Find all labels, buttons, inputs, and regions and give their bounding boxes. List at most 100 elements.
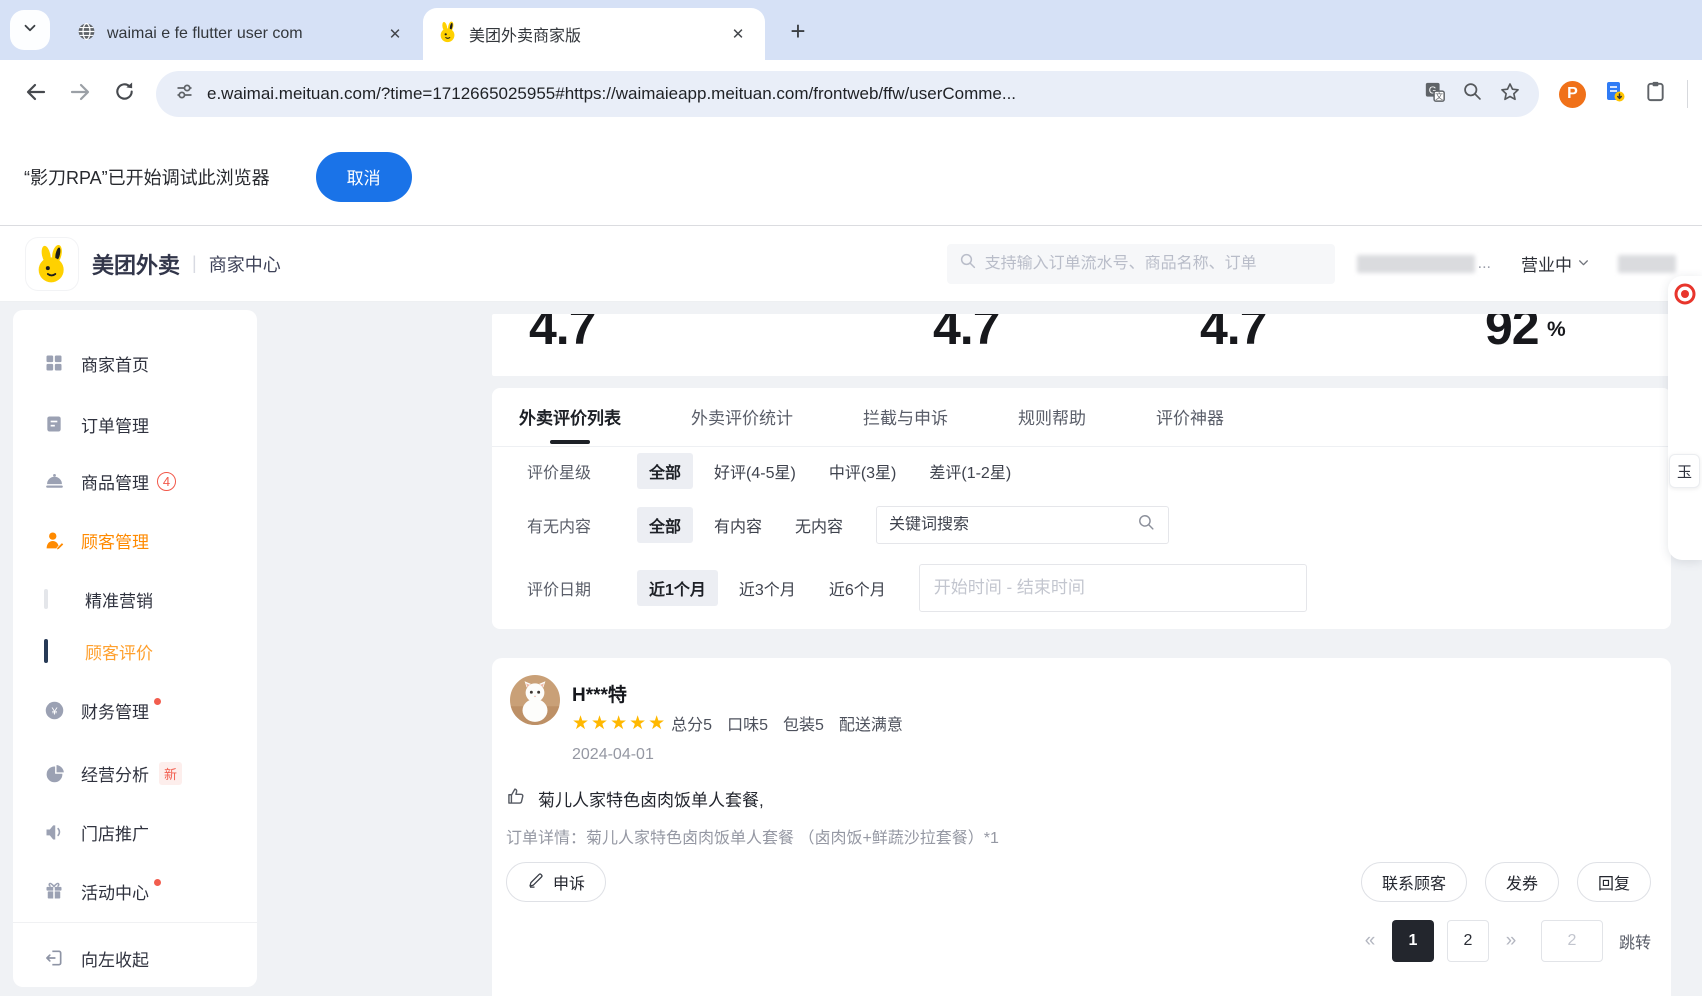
chevron-down-icon — [1577, 254, 1590, 274]
url-bar[interactable]: e.waimai.meituan.com/?time=1712665025955… — [156, 71, 1539, 117]
filter-label: 评价日期 — [527, 582, 592, 599]
sidebar-item-precision-marketing[interactable]: 精准营销 — [13, 586, 257, 612]
review-tabs: 外卖评价列表 外卖评价统计 拦截与申诉 规则帮助 评价神器 — [519, 404, 1224, 429]
filter-chip-all[interactable]: 全部 — [637, 507, 694, 543]
tab-close-icon[interactable]: ✕ — [382, 21, 408, 47]
filter-chip-no-content[interactable]: 无内容 — [783, 507, 855, 543]
sidebar-item-finance[interactable]: ¥ 财务管理 — [13, 697, 257, 723]
sidebar-collapse-label: 向左收起 — [81, 950, 149, 970]
tab-review-stats[interactable]: 外卖评价统计 — [691, 404, 793, 429]
page-button-1[interactable]: 1 — [1391, 920, 1434, 962]
search-this-page-icon[interactable] — [1462, 81, 1483, 107]
filter-chip-bad[interactable]: 差评(1-2星) — [917, 453, 1023, 489]
store-status-dropdown[interactable]: 营业中 — [1521, 251, 1590, 276]
filter-chip-medium[interactable]: 中评(3星) — [817, 453, 909, 489]
document-download-extension-icon[interactable] — [1603, 80, 1627, 109]
bookmark-star-icon[interactable] — [1499, 81, 1521, 108]
forward-button[interactable] — [58, 72, 102, 116]
chevron-down-icon — [21, 19, 39, 42]
reviewer-avatar — [510, 675, 560, 725]
thumbs-up-icon — [506, 786, 526, 811]
tab-intercept-appeal[interactable]: 拦截与申诉 — [863, 404, 948, 429]
brand-separator: | — [192, 253, 197, 273]
sidebar-item-products[interactable]: 商品管理 4 — [13, 468, 257, 494]
clipboard-extension-icon[interactable] — [1644, 80, 1667, 108]
subitem-bar-active — [44, 639, 48, 663]
url-text[interactable]: e.waimai.meituan.com/?time=1712665025955… — [207, 84, 1412, 104]
page-button-2[interactable]: 2 — [1446, 920, 1489, 962]
browser-tab-inactive[interactable]: waimai e fe flutter user com ✕ — [62, 8, 422, 60]
translate-icon[interactable]: G文 — [1424, 81, 1446, 108]
review-action-buttons: 联系顾客 发券 回复 — [1360, 862, 1651, 902]
header-search-input[interactable] — [984, 254, 1323, 273]
sidebar-item-store-promotion[interactable]: 门店推广 — [13, 819, 257, 845]
stat-value: 4.7 — [529, 314, 597, 355]
sidebar-item-label: 订单管理 — [81, 416, 149, 436]
stat-percent-sign: % — [1547, 318, 1566, 341]
sidebar-item-label: 精准营销 — [85, 591, 153, 611]
yen-circle-icon: ¥ — [42, 698, 66, 722]
reload-button[interactable] — [102, 72, 146, 116]
meituan-logo[interactable] — [26, 237, 78, 290]
review-date: 2024-04-01 — [572, 746, 654, 763]
sidebar-item-customer-reviews[interactable]: 顾客评价 — [13, 638, 257, 664]
sidebar-item-home[interactable]: 商家首页 — [13, 350, 257, 376]
masked-store-name — [1356, 254, 1475, 273]
header-search[interactable] — [946, 243, 1335, 284]
next-page-button[interactable]: » — [1502, 930, 1520, 952]
browser-tab-active[interactable]: 美团外卖商家版 ✕ — [423, 8, 765, 60]
send-coupon-button[interactable]: 发券 — [1484, 862, 1559, 902]
filter-chip-good[interactable]: 好评(4-5星) — [702, 453, 808, 489]
sidebar-item-activity-center[interactable]: 活动中心 — [13, 878, 257, 904]
record-icon[interactable] — [1668, 282, 1702, 306]
date-range-input[interactable] — [933, 578, 1292, 598]
sidebar-item-orders[interactable]: 订单管理 — [13, 411, 257, 437]
svg-text:¥: ¥ — [50, 705, 57, 717]
keyword-search-input[interactable] — [889, 516, 1138, 534]
filter-chip-6months[interactable]: 近6个月 — [817, 570, 898, 606]
new-tab-button[interactable]: + — [780, 13, 816, 49]
filter-chip-has-content[interactable]: 有内容 — [702, 507, 774, 543]
appeal-pen-icon — [527, 871, 545, 894]
jump-page-input[interactable] — [1540, 920, 1603, 962]
filter-row-star-level: 评价星级 全部 好评(4-5星) 中评(3星) 差评(1-2星) — [527, 452, 1655, 490]
tab-review-list[interactable]: 外卖评价列表 — [519, 404, 621, 429]
grid-icon — [42, 351, 66, 375]
review-content-row: 菊儿人家特色卤肉饭单人套餐, — [506, 786, 764, 811]
rpa-cancel-button[interactable]: 取消 — [315, 151, 412, 202]
date-range-box[interactable] — [918, 564, 1307, 612]
filter-chip-all[interactable]: 全部 — [637, 453, 694, 489]
pagination: « 1 2 » 跳转 — [1361, 920, 1651, 962]
site-settings-icon[interactable] — [174, 81, 195, 107]
sidebar-item-analytics[interactable]: 经营分析 新 — [13, 760, 257, 786]
tab-rules-help[interactable]: 规则帮助 — [1018, 404, 1086, 429]
search-icon[interactable] — [1137, 513, 1156, 537]
count-badge: 4 — [157, 471, 176, 491]
appeal-button[interactable]: 申诉 — [506, 862, 607, 902]
back-button[interactable] — [14, 72, 58, 116]
sidebar-collapse-button[interactable]: 向左收起 — [13, 945, 257, 971]
jade-widget-button[interactable]: 玉 — [1669, 454, 1700, 488]
filter-row-date: 评价日期 近1个月 近3个月 近6个月 — [527, 564, 1655, 612]
p-extension-icon[interactable]: P — [1559, 80, 1586, 108]
contact-customer-button[interactable]: 联系顾客 — [1360, 862, 1467, 902]
tab-search-button[interactable] — [10, 10, 50, 50]
svg-text:文: 文 — [1435, 90, 1443, 100]
prev-page-button[interactable]: « — [1361, 930, 1379, 952]
sidebar-item-customers[interactable]: 顾客管理 — [13, 527, 257, 553]
filter-chip-1month[interactable]: 近1个月 — [637, 570, 718, 606]
filter-chip-3months[interactable]: 近3个月 — [727, 570, 808, 606]
sidebar-item-label: 经营分析 — [81, 765, 149, 785]
notification-dot — [154, 697, 161, 705]
tab-title: 美团外卖商家版 — [469, 28, 582, 45]
browser-toolbar: e.waimai.meituan.com/?time=1712665025955… — [0, 60, 1702, 128]
reply-button[interactable]: 回复 — [1576, 862, 1651, 902]
search-icon — [959, 252, 977, 275]
keyword-search-box[interactable] — [876, 506, 1170, 544]
forward-arrow-icon — [68, 80, 92, 109]
sidebar-item-label: 财务管理 — [81, 702, 149, 722]
order-detail-text: 订单详情：菊儿人家特色卤肉饭单人套餐 （卤肉饭+鲜蔬沙拉套餐）*1 — [506, 830, 999, 847]
tab-close-icon[interactable]: ✕ — [725, 21, 751, 47]
tab-review-tool[interactable]: 评价神器 — [1156, 404, 1224, 429]
store-status-label: 营业中 — [1521, 256, 1572, 275]
